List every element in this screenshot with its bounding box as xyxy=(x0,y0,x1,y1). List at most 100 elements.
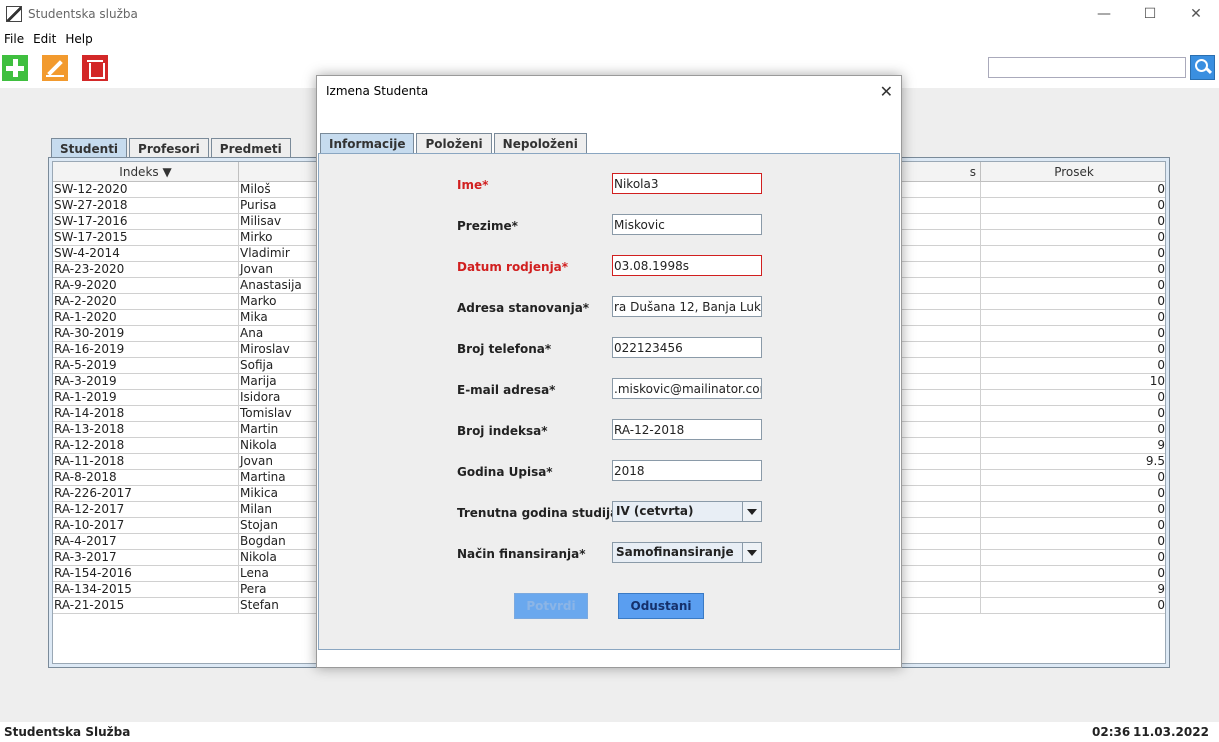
input-prezime[interactable] xyxy=(612,214,762,235)
dialog-tabs: Informacije Položeni Nepoloženi xyxy=(320,133,589,154)
select-finansiranje[interactable]: Samofinansiranje xyxy=(612,542,762,563)
cell-index: RA-16-2019 xyxy=(53,342,239,358)
cell-prosek: 9 xyxy=(1157,438,1165,452)
column-header-indeks[interactable]: Indeks ▼ xyxy=(53,162,239,182)
status-bar: Studentska Služba 02:36 11.03.2022 xyxy=(0,722,1219,742)
label-godina-upisa: Godina Upisa* xyxy=(457,465,553,479)
status-time: 02:36 xyxy=(1092,725,1131,739)
cell-prosek: 0 xyxy=(1157,198,1165,212)
cell-index: SW-12-2020 xyxy=(53,182,239,198)
cell-prosek: 0 xyxy=(1157,326,1165,340)
app-icon xyxy=(6,6,22,22)
column-header-prosek[interactable]: Prosek xyxy=(981,162,1165,182)
cell-index: RA-3-2017 xyxy=(53,550,239,566)
label-finansiranje: Način finansiranja* xyxy=(457,547,586,561)
cell-index: RA-8-2018 xyxy=(53,470,239,486)
cell-index: RA-21-2015 xyxy=(53,598,239,614)
dialog-close-icon[interactable]: ✕ xyxy=(880,82,893,101)
label-telefon: Broj telefona* xyxy=(457,342,552,356)
cell-prosek: 0 xyxy=(1157,390,1165,404)
cell-index: RA-4-2017 xyxy=(53,534,239,550)
input-email[interactable] xyxy=(612,378,762,399)
cell-prosek: 9 xyxy=(1157,582,1165,596)
cell-prosek: 0 xyxy=(1157,502,1165,516)
select-godina-studija[interactable]: IV (cetvrta) xyxy=(612,501,762,522)
cell-prosek: 0 xyxy=(1157,214,1165,228)
cell-index: RA-30-2019 xyxy=(53,326,239,342)
label-godina-studija: Trenutna godina studija* xyxy=(457,506,625,520)
cell-prosek: 0 xyxy=(1157,342,1165,356)
edit-icon[interactable] xyxy=(42,55,68,81)
cell-index: RA-1-2019 xyxy=(53,390,239,406)
tab-studenti[interactable]: Studenti xyxy=(51,138,128,158)
close-button[interactable]: ✕ xyxy=(1173,0,1219,28)
status-app-name: Studentska Služba xyxy=(4,725,131,739)
menu-edit[interactable]: Edit xyxy=(33,32,56,46)
cell-prosek: 0 xyxy=(1157,278,1165,292)
cancel-button[interactable]: Odustani xyxy=(618,593,704,619)
label-datum-rodjenja: Datum rodjenja* xyxy=(457,260,569,274)
cell-prosek: 0 xyxy=(1157,406,1165,420)
input-godina-upisa[interactable] xyxy=(612,460,762,481)
cell-prosek: 0 xyxy=(1157,358,1165,372)
minimize-button[interactable]: — xyxy=(1081,0,1127,28)
cell-index: RA-2-2020 xyxy=(53,294,239,310)
chevron-down-icon[interactable] xyxy=(742,543,761,562)
menu-help[interactable]: Help xyxy=(65,32,92,46)
window-controls: — ☐ ✕ xyxy=(1081,0,1219,28)
cell-prosek: 9.5 xyxy=(1145,454,1165,468)
cell-prosek: 0 xyxy=(1157,534,1165,548)
status-date: 11.03.2022 xyxy=(1133,725,1209,739)
cell-index: SW-17-2015 xyxy=(53,230,239,246)
cell-index: SW-17-2016 xyxy=(53,214,239,230)
dialog-title: Izmena Studenta xyxy=(326,84,429,98)
input-datum-rodjenja[interactable] xyxy=(612,255,762,276)
label-email: E-mail adresa* xyxy=(457,383,556,397)
window-title: Studentska služba xyxy=(28,7,138,21)
edit-student-dialog: Izmena Studenta ✕ Informacije Položeni N… xyxy=(316,75,902,668)
cell-index: SW-4-2014 xyxy=(53,246,239,262)
input-telefon[interactable] xyxy=(612,337,762,358)
cell-prosek: 0 xyxy=(1157,422,1165,436)
search-input[interactable] xyxy=(988,57,1186,78)
cell-index: RA-12-2018 xyxy=(53,438,239,454)
label-ime: Ime* xyxy=(457,178,489,192)
cell-index: RA-226-2017 xyxy=(53,486,239,502)
add-icon[interactable] xyxy=(2,55,28,81)
cell-index: RA-23-2020 xyxy=(53,262,239,278)
cell-index: RA-12-2017 xyxy=(53,502,239,518)
confirm-button[interactable]: Potvrdi xyxy=(514,593,588,619)
tab-polozeni[interactable]: Položeni xyxy=(416,133,492,154)
dialog-form-panel: Ime* Prezime* Datum rodjenja* Adresa sta… xyxy=(318,153,900,650)
tab-profesori[interactable]: Profesori xyxy=(129,138,209,158)
cell-index: RA-1-2020 xyxy=(53,310,239,326)
cell-prosek: 0 xyxy=(1157,246,1165,260)
select-godina-studija-value: IV (cetvrta) xyxy=(616,504,694,518)
select-finansiranje-value: Samofinansiranje xyxy=(616,545,734,559)
cell-index: RA-9-2020 xyxy=(53,278,239,294)
search-icon[interactable] xyxy=(1190,55,1215,80)
tab-nepolozeni[interactable]: Nepoloženi xyxy=(493,133,587,154)
input-broj-indeksa[interactable] xyxy=(612,419,762,440)
main-tabs: Studenti Profesori Predmeti xyxy=(51,138,293,158)
cell-prosek: 0 xyxy=(1157,566,1165,580)
input-ime[interactable] xyxy=(612,173,762,194)
cell-index: SW-27-2018 xyxy=(53,198,239,214)
chevron-down-icon[interactable] xyxy=(742,502,761,521)
tab-informacije[interactable]: Informacije xyxy=(320,133,415,154)
cell-index: RA-154-2016 xyxy=(53,566,239,582)
cell-prosek: 0 xyxy=(1157,518,1165,532)
menu-bar: File Edit Help xyxy=(0,28,1219,50)
delete-icon[interactable] xyxy=(82,55,108,81)
cell-index: RA-13-2018 xyxy=(53,422,239,438)
input-adresa[interactable] xyxy=(612,296,762,317)
menu-file[interactable]: File xyxy=(4,32,24,46)
cell-index: RA-11-2018 xyxy=(53,454,239,470)
label-broj-indeksa: Broj indeksa* xyxy=(457,424,548,438)
cell-index: RA-3-2019 xyxy=(53,374,239,390)
window-titlebar: Studentska služba — ☐ ✕ xyxy=(0,0,1219,28)
cell-prosek: 10 xyxy=(1149,374,1165,388)
maximize-button[interactable]: ☐ xyxy=(1127,0,1173,28)
tab-predmeti[interactable]: Predmeti xyxy=(210,138,291,158)
cell-index: RA-14-2018 xyxy=(53,406,239,422)
